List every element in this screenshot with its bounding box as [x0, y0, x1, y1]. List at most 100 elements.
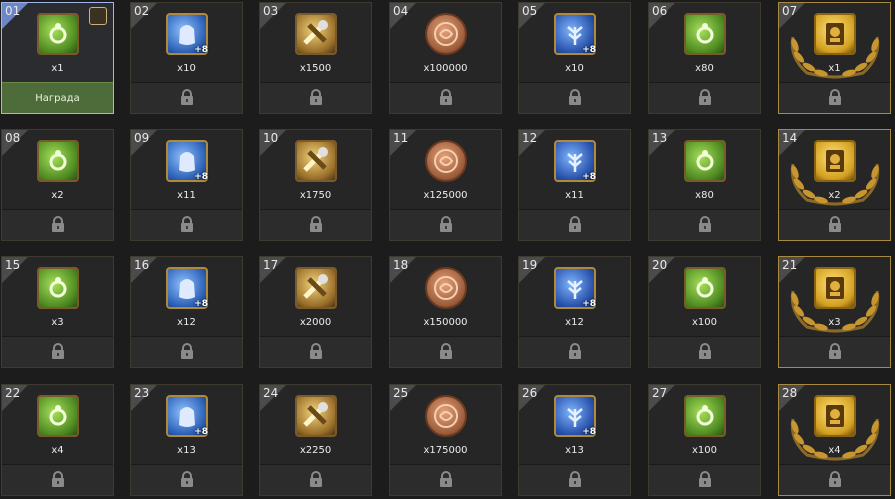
reward-cell[interactable]: 18 x150000 [389, 256, 502, 368]
cell-footer [2, 464, 113, 495]
cell-footer [390, 82, 501, 113]
item-quantity: x1500 [299, 63, 332, 74]
cell-number: 17 [263, 258, 279, 272]
reward-cell[interactable]: 24 x2250 [259, 384, 372, 496]
tools-icon [295, 140, 337, 182]
reward-cell[interactable]: 10 x1750 [259, 129, 372, 241]
cell-number: 13 [652, 131, 668, 145]
item-quantity: x100 [691, 445, 717, 456]
lock-icon [51, 471, 65, 492]
reward-cell[interactable]: 27 x100 [648, 384, 761, 496]
reward-cell[interactable]: 15 x3 [1, 256, 114, 368]
cell-footer [649, 209, 760, 240]
lock-icon [309, 89, 323, 110]
lock-icon [828, 89, 842, 110]
item-quantity: x11 [177, 190, 196, 201]
cell-footer [131, 464, 242, 495]
reward-cell[interactable]: 05 +8 x10 [518, 2, 631, 114]
item-quantity: x13 [177, 445, 196, 456]
green-scroll-icon [684, 13, 726, 55]
item-quantity: x10 [565, 63, 584, 74]
reward-cell[interactable]: 23 +8 x13 [130, 384, 243, 496]
reward-cell[interactable]: 06 x80 [648, 2, 761, 114]
cell-number: 09 [134, 131, 150, 145]
upgrade-badge: +8 [194, 299, 208, 309]
cell-number: 16 [134, 258, 150, 272]
cookie-icon [425, 395, 467, 437]
cell-footer [390, 464, 501, 495]
lock-icon [180, 471, 194, 492]
cell-number: 24 [263, 386, 279, 400]
upgrade-badge: +8 [194, 45, 208, 55]
reward-cell[interactable]: 25 x175000 [389, 384, 502, 496]
lock-icon [568, 89, 582, 110]
green-scroll-icon [37, 395, 79, 437]
lock-icon [698, 343, 712, 364]
cell-footer [649, 336, 760, 367]
cell-number: 12 [522, 131, 538, 145]
upgrade-badge: +8 [194, 427, 208, 437]
cell-number: 25 [393, 386, 409, 400]
reward-cell[interactable]: 01 x1 Награда [1, 2, 114, 114]
tools-icon [295, 267, 337, 309]
item-quantity: x12 [565, 317, 584, 328]
cell-footer [779, 82, 890, 113]
green-scroll-icon [684, 140, 726, 182]
cell-footer [260, 336, 371, 367]
lock-icon [51, 216, 65, 237]
reward-cell[interactable]: 17 x2000 [259, 256, 372, 368]
reward-cell[interactable]: 21 x3 [778, 256, 891, 368]
lock-icon [180, 216, 194, 237]
blue-herb-icon: +8 [554, 267, 596, 309]
tools-icon [295, 13, 337, 55]
blue-pouch-icon: +8 [166, 140, 208, 182]
cell-footer [2, 209, 113, 240]
reward-cell[interactable]: 03 x1500 [259, 2, 372, 114]
lock-icon [309, 343, 323, 364]
reward-cell[interactable]: 22 x4 [1, 384, 114, 496]
cell-footer [390, 209, 501, 240]
lock-icon [698, 471, 712, 492]
reward-cell[interactable]: 19 +8 x12 [518, 256, 631, 368]
cell-footer [519, 209, 630, 240]
reward-cell[interactable]: 09 +8 x11 [130, 129, 243, 241]
reward-cell[interactable]: 02 +8 x10 [130, 2, 243, 114]
blue-pouch-icon: +8 [166, 267, 208, 309]
cell-footer [260, 464, 371, 495]
cell-number: 08 [5, 131, 21, 145]
item-quantity: x80 [695, 63, 714, 74]
reward-cell[interactable]: 16 +8 x12 [130, 256, 243, 368]
claim-reward-button[interactable]: Награда [2, 82, 113, 113]
item-quantity: x2000 [299, 317, 332, 328]
upgrade-badge: +8 [194, 172, 208, 182]
reward-cell[interactable]: 26 +8 x13 [518, 384, 631, 496]
reward-cell[interactable]: 07 x1 [778, 2, 891, 114]
cell-number: 18 [393, 258, 409, 272]
cell-footer [131, 336, 242, 367]
reward-cell[interactable]: 28 x4 [778, 384, 891, 496]
upgrade-badge: +8 [582, 427, 596, 437]
reward-cell[interactable]: 08 x2 [1, 129, 114, 241]
cell-number: 11 [393, 131, 409, 145]
item-quantity: x1 [828, 63, 841, 74]
reward-cell[interactable]: 20 x100 [648, 256, 761, 368]
lock-icon [698, 216, 712, 237]
cell-footer [649, 82, 760, 113]
reward-cell[interactable]: 14 x2 [778, 129, 891, 241]
cell-footer [519, 464, 630, 495]
blue-herb-icon: +8 [554, 395, 596, 437]
item-quantity: x100000 [423, 63, 468, 74]
gift-icon[interactable] [89, 7, 107, 25]
blue-pouch-icon: +8 [166, 13, 208, 55]
reward-cell[interactable]: 12 +8 x11 [518, 129, 631, 241]
reward-cell[interactable]: 11 x125000 [389, 129, 502, 241]
item-quantity: x125000 [423, 190, 468, 201]
reward-cell[interactable]: 13 x80 [648, 129, 761, 241]
item-quantity: x1750 [299, 190, 332, 201]
reward-cell[interactable]: 04 x100000 [389, 2, 502, 114]
lock-icon [568, 343, 582, 364]
cookie-icon [425, 267, 467, 309]
cell-number: 26 [522, 386, 538, 400]
lock-icon [439, 343, 453, 364]
lock-icon [51, 343, 65, 364]
